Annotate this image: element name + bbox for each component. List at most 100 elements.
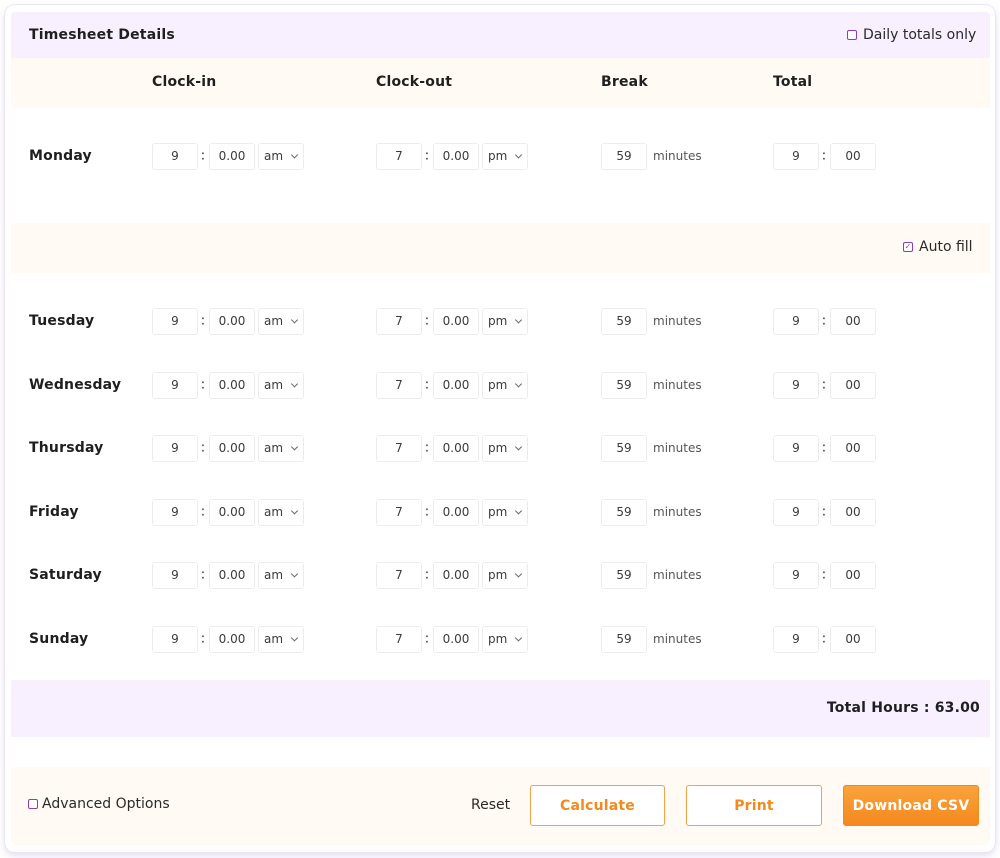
advanced-options-checkbox[interactable] [28, 799, 38, 809]
clock-out-ampm-value: pm [488, 441, 508, 455]
clock-out-ampm-select[interactable]: pm [482, 434, 528, 462]
column-header-total: Total [773, 74, 813, 90]
chevron-down-icon [514, 443, 523, 451]
total-minute-input[interactable]: 00 [830, 371, 876, 399]
clock-out-minute-input[interactable]: 0.00 [433, 142, 479, 170]
clock-in-hour-input[interactable]: 9 [152, 371, 198, 399]
total-minute-input[interactable]: 00 [830, 142, 876, 170]
clock-out-hour-input[interactable]: 7 [376, 625, 422, 653]
clock-in-ampm-select[interactable]: am [258, 307, 304, 335]
calculate-button[interactable]: Calculate [530, 785, 665, 826]
day-label: Monday [29, 148, 92, 164]
column-header-clock-in: Clock-in [152, 74, 217, 90]
clock-out-minute-input[interactable]: 0.00 [433, 371, 479, 399]
clock-in-minute-input[interactable]: 0.00 [209, 434, 255, 462]
break-minutes-input[interactable]: 59 [601, 434, 647, 462]
clock-out-ampm-select[interactable]: pm [482, 371, 528, 399]
clock-out-minute-input[interactable]: 0.00 [433, 307, 479, 335]
time-separator: : [200, 377, 206, 393]
clock-out-ampm-select[interactable]: pm [482, 498, 528, 526]
clock-in-ampm-value: am [264, 505, 284, 519]
clock-out-hour-input[interactable]: 7 [376, 434, 422, 462]
clock-in-ampm-select[interactable]: am [258, 625, 304, 653]
reset-button[interactable]: Reset [471, 797, 510, 813]
clock-in-hour-input[interactable]: 9 [152, 561, 198, 589]
clock-out-hour-input[interactable]: 7 [376, 142, 422, 170]
break-minutes-input[interactable]: 59 [601, 561, 647, 589]
advanced-options-toggle[interactable]: Advanced Options [28, 796, 170, 812]
clock-in-hour-input[interactable]: 9 [152, 307, 198, 335]
clock-out-minute-input[interactable]: 0.00 [433, 561, 479, 589]
chevron-down-icon [290, 570, 299, 578]
time-separator: : [200, 567, 206, 583]
clock-out-hour-input[interactable]: 7 [376, 307, 422, 335]
clock-in-ampm-select[interactable]: am [258, 142, 304, 170]
column-header-break: Break [601, 74, 648, 90]
clock-out-minute-input[interactable]: 0.00 [433, 498, 479, 526]
clock-out-ampm-select[interactable]: pm [482, 307, 528, 335]
download-csv-button[interactable]: Download CSV [843, 785, 979, 826]
total-minute-input[interactable]: 00 [830, 434, 876, 462]
time-separator: : [821, 377, 827, 393]
clock-out-ampm-value: pm [488, 149, 508, 163]
break-minutes-input[interactable]: 59 [601, 307, 647, 335]
chevron-down-icon [514, 570, 523, 578]
total-minute-input[interactable]: 00 [830, 498, 876, 526]
total-minute-input[interactable]: 00 [830, 561, 876, 589]
break-minutes-input[interactable]: 59 [601, 371, 647, 399]
clock-out-hour-input[interactable]: 7 [376, 561, 422, 589]
total-minute-input[interactable]: 00 [830, 307, 876, 335]
clock-out-minute-input[interactable]: 0.00 [433, 434, 479, 462]
auto-fill-checkbox[interactable]: ✓ [903, 242, 913, 252]
clock-in-minute-input[interactable]: 0.00 [209, 142, 255, 170]
total-hour-input[interactable]: 9 [773, 498, 819, 526]
print-button[interactable]: Print [686, 785, 822, 826]
day-label: Tuesday [29, 313, 95, 329]
time-separator: : [821, 631, 827, 647]
day-label: Sunday [29, 631, 89, 647]
clock-out-minute-input[interactable]: 0.00 [433, 625, 479, 653]
chevron-down-icon [290, 380, 299, 388]
clock-in-ampm-select[interactable]: am [258, 434, 304, 462]
time-separator: : [424, 313, 430, 329]
clock-out-hour-input[interactable]: 7 [376, 371, 422, 399]
total-minute-input[interactable]: 00 [830, 625, 876, 653]
clock-in-hour-input[interactable]: 9 [152, 142, 198, 170]
clock-in-ampm-select[interactable]: am [258, 561, 304, 589]
clock-in-minute-input[interactable]: 0.00 [209, 307, 255, 335]
auto-fill-label: Auto fill [919, 239, 973, 255]
clock-in-ampm-value: am [264, 314, 284, 328]
total-hour-input[interactable]: 9 [773, 561, 819, 589]
daily-totals-checkbox[interactable] [847, 30, 857, 40]
break-minutes-input[interactable]: 59 [601, 498, 647, 526]
break-minutes-input[interactable]: 59 [601, 142, 647, 170]
clock-in-hour-input[interactable]: 9 [152, 434, 198, 462]
clock-in-ampm-value: am [264, 568, 284, 582]
total-hour-input[interactable]: 9 [773, 307, 819, 335]
break-minutes-input[interactable]: 59 [601, 625, 647, 653]
break-unit-label: minutes [653, 314, 702, 328]
break-unit-label: minutes [653, 568, 702, 582]
clock-in-ampm-select[interactable]: am [258, 498, 304, 526]
break-unit-label: minutes [653, 632, 702, 646]
clock-in-hour-input[interactable]: 9 [152, 498, 198, 526]
clock-out-hour-input[interactable]: 7 [376, 498, 422, 526]
chevron-down-icon [514, 316, 523, 324]
clock-in-hour-input[interactable]: 9 [152, 625, 198, 653]
clock-in-minute-input[interactable]: 0.00 [209, 371, 255, 399]
total-hour-input[interactable]: 9 [773, 371, 819, 399]
clock-out-ampm-select[interactable]: pm [482, 625, 528, 653]
clock-in-minute-input[interactable]: 0.00 [209, 561, 255, 589]
total-hour-input[interactable]: 9 [773, 625, 819, 653]
time-separator: : [821, 504, 827, 520]
clock-in-minute-input[interactable]: 0.00 [209, 498, 255, 526]
clock-in-minute-input[interactable]: 0.00 [209, 625, 255, 653]
auto-fill-toggle[interactable]: ✓ Auto fill [903, 239, 973, 255]
clock-in-ampm-select[interactable]: am [258, 371, 304, 399]
clock-out-ampm-select[interactable]: pm [482, 561, 528, 589]
total-hour-input[interactable]: 9 [773, 434, 819, 462]
total-hour-input[interactable]: 9 [773, 142, 819, 170]
daily-totals-toggle[interactable]: Daily totals only [847, 27, 976, 43]
clock-out-ampm-select[interactable]: pm [482, 142, 528, 170]
chevron-down-icon [290, 443, 299, 451]
